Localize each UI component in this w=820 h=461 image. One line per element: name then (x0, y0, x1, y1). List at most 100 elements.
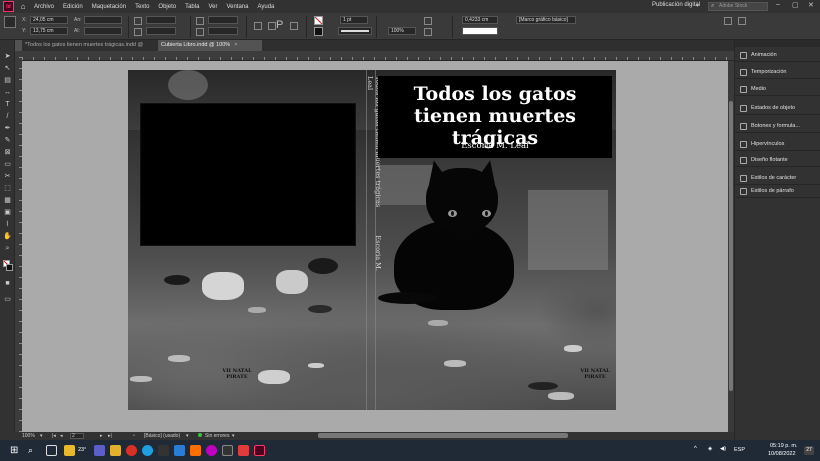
file-explorer-icon[interactable] (110, 445, 121, 456)
page-number-field[interactable]: 2 (70, 433, 84, 439)
menu-objeto[interactable]: Objeto (158, 4, 176, 10)
width-field[interactable] (84, 16, 122, 24)
close-icon[interactable]: ✕ (808, 1, 814, 9)
dimension-field[interactable]: 0,4233 cm (462, 16, 498, 24)
preflight-status[interactable]: Sin errores (205, 433, 229, 439)
note-tool-icon[interactable]: ▣ (3, 209, 12, 217)
panel-botones[interactable]: Botones y formula... (735, 120, 820, 133)
clock-date[interactable]: 10/08/2022 (768, 451, 796, 457)
panel-estados-objeto[interactable]: Estados de objeto (735, 102, 820, 115)
open-page-icon[interactable]: ◔ (132, 433, 135, 439)
scroll-thumb[interactable] (729, 101, 733, 391)
teams-icon[interactable] (94, 445, 105, 456)
color-field[interactable] (462, 27, 498, 35)
panel-animacion[interactable]: Animación (735, 49, 820, 62)
shadow-icon[interactable] (424, 28, 432, 36)
home-icon[interactable]: ⌂ (18, 2, 28, 12)
workspace-switcher[interactable]: Publicación digital (652, 2, 700, 8)
indesign-taskbar-icon[interactable] (254, 445, 265, 456)
menu-tabla[interactable]: Tabla (185, 4, 199, 10)
panel-estilos-parrafo[interactable]: Estilos de párrafo (735, 185, 820, 198)
horizontal-scrollbar[interactable] (318, 433, 568, 438)
network-icon[interactable]: ◈ (708, 446, 712, 452)
title-block[interactable]: Todos los gatos tienen muertes trágicas … (378, 76, 612, 158)
tab-document-2[interactable]: Cubierta Libro.indd @ 100% × (158, 40, 262, 51)
page-tool-icon[interactable]: ▤ (3, 77, 12, 85)
chrome-icon[interactable] (126, 445, 137, 456)
store-icon[interactable] (158, 445, 169, 456)
publish-icon[interactable] (738, 17, 746, 25)
menu-archivo[interactable]: Archivo (34, 4, 54, 10)
opacity-field[interactable]: 100% (388, 27, 416, 35)
book-cover-spread[interactable]: Todos los gatos tienen muertes trágicas … (128, 70, 616, 410)
pen-tool-icon[interactable]: ✒ (3, 125, 12, 133)
panel-estilos-caracter[interactable]: Estilos de carácter (735, 172, 820, 185)
weather-icon[interactable] (64, 445, 75, 456)
rectangle-tool-icon[interactable]: ▭ (3, 161, 12, 169)
menu-ventana[interactable]: Ventana (226, 4, 248, 10)
maximize-icon[interactable]: ▢ (792, 1, 799, 9)
scale-y-icon[interactable] (134, 28, 142, 36)
scale-y-field[interactable] (146, 27, 176, 35)
chevron-down-icon[interactable]: ▾ (696, 2, 699, 9)
first-page-icon[interactable]: |◂ (52, 433, 56, 439)
fill-swatch[interactable] (314, 16, 323, 25)
search-icon[interactable]: ⌕ (28, 445, 39, 456)
app-icon[interactable] (222, 445, 233, 456)
rectangle-frame-tool-icon[interactable]: ⊠ (3, 149, 12, 157)
stroke-color-icon[interactable] (6, 264, 13, 271)
apply-color-icon[interactable]: ■ (3, 280, 12, 288)
quick-apply-icon[interactable] (724, 17, 732, 25)
menu-ayuda[interactable]: Ayuda (257, 4, 274, 10)
eyedropper-tool-icon[interactable]: ⌇ (3, 221, 12, 229)
prev-page-icon[interactable]: ◂ (60, 433, 63, 439)
vertical-ruler[interactable] (15, 51, 22, 432)
horizontal-ruler[interactable] (22, 51, 734, 61)
clock-time[interactable]: 05:19 p. m. (770, 443, 798, 449)
tray-chevron-icon[interactable]: ^ (694, 446, 697, 452)
flip-icon[interactable] (254, 22, 262, 30)
stroke-type-select[interactable] (338, 27, 372, 35)
shear-icon[interactable] (196, 28, 204, 36)
effects-icon[interactable] (424, 17, 432, 25)
menu-texto[interactable]: Texto (135, 4, 149, 10)
tab-document-1[interactable]: *Todos los gatos tienen muertes trágicas… (22, 40, 156, 59)
mail-icon[interactable] (174, 445, 185, 456)
messenger-icon[interactable] (206, 445, 217, 456)
y-position-field[interactable]: 13,75 cm (30, 27, 68, 35)
notifications-badge[interactable]: 27 (804, 446, 814, 455)
gradient-tool-icon[interactable]: ▦ (3, 197, 12, 205)
height-field[interactable] (84, 27, 122, 35)
scale-x-field[interactable] (146, 16, 176, 24)
pencil-tool-icon[interactable]: ✎ (3, 137, 12, 145)
scale-x-icon[interactable] (134, 17, 142, 25)
vlc-icon[interactable] (190, 445, 201, 456)
hand-tool-icon[interactable]: ✋ (3, 233, 12, 241)
selection-tool-icon[interactable]: ➤ (3, 53, 12, 61)
panel-hipervinculos[interactable]: Hipervínculos (735, 138, 820, 151)
menu-maquetacion[interactable]: Maquetación (92, 4, 126, 10)
chevron-down-icon[interactable]: ▾ (232, 433, 235, 439)
minimize-icon[interactable]: – (776, 1, 780, 8)
type-tool-icon[interactable]: T (3, 101, 12, 109)
style-indicator[interactable]: [Básico] (usado) (144, 433, 180, 439)
text-frame-icon[interactable]: P (276, 19, 283, 31)
zoom-tool-icon[interactable]: ⌕ (3, 245, 12, 253)
next-page-icon[interactable]: ▸ (100, 433, 103, 439)
x-position-field[interactable]: 24,05 cm (30, 16, 68, 24)
panel-diseno-flotante[interactable]: Diseño flotante (735, 154, 820, 167)
object-style-select[interactable]: [Marco gráfico básico] (516, 16, 576, 24)
acrobat-icon[interactable] (238, 445, 249, 456)
stroke-swatch[interactable] (314, 27, 323, 36)
reference-point-icon[interactable] (4, 16, 16, 28)
windows-start-icon[interactable]: ⊞ (10, 445, 21, 456)
rotate-icon[interactable] (196, 17, 204, 25)
shear-field[interactable] (208, 27, 238, 35)
language-indicator[interactable]: ESP (734, 447, 745, 453)
direct-selection-tool-icon[interactable]: ↖ (3, 65, 12, 73)
volume-icon[interactable]: ◀) (720, 446, 726, 452)
adobe-stock-search[interactable]: ⌕ Adobe Stock (708, 2, 768, 11)
last-page-icon[interactable]: ▸| (108, 433, 112, 439)
back-cover-text-frame[interactable] (140, 103, 356, 246)
stroke-weight-field[interactable]: 1 pt (340, 16, 368, 24)
